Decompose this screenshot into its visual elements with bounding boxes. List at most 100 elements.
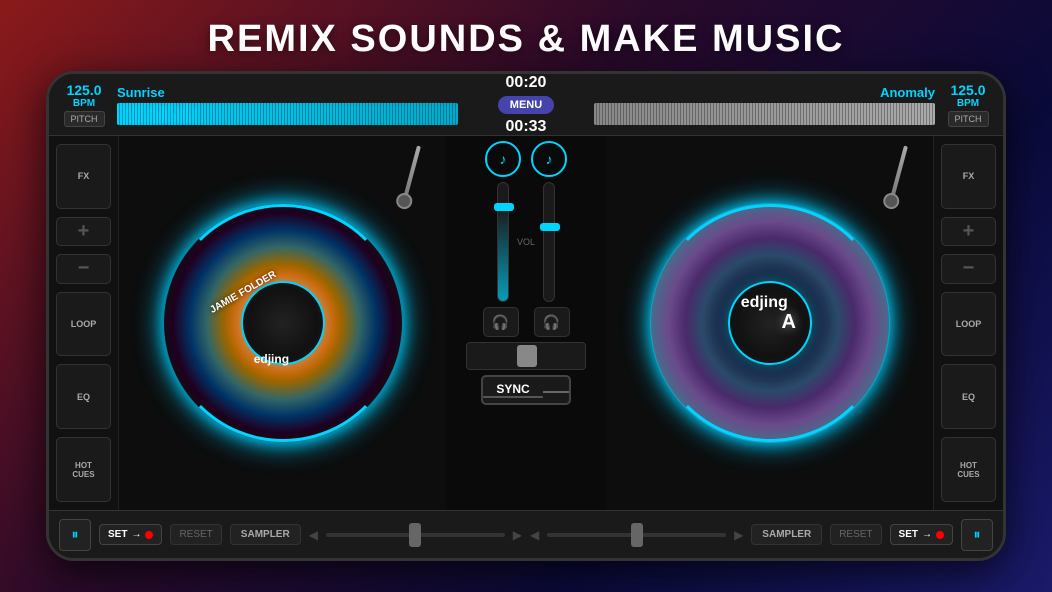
mixer-faders-row: VOL (497, 182, 555, 302)
wbar (137, 111, 140, 123)
wbar (177, 107, 180, 123)
left-minus-button[interactable]: − (56, 254, 111, 283)
wbar (125, 105, 128, 123)
right-neon-ring (651, 204, 889, 442)
right-track-info: Anomaly (594, 85, 935, 125)
sync-wrapper: SYNC (481, 375, 571, 405)
right-set-button[interactable]: SET → (890, 524, 953, 545)
right-bpm-value: 125.0 (950, 82, 985, 98)
left-turntable-sublabel: edjing (254, 352, 289, 366)
sync-label: SYNC (496, 382, 529, 396)
left-reset-button[interactable]: RESET (170, 524, 221, 545)
center-mixer: ♪ ♪ VOL 🎧 🎧 (446, 136, 606, 510)
right-hot-cues-button[interactable]: HOT CUES (941, 437, 996, 502)
left-fx-button[interactable]: FX (56, 144, 111, 209)
left-fader[interactable] (497, 182, 509, 302)
right-fader[interactable] (543, 182, 555, 302)
left-set-dot (145, 531, 153, 539)
wbar (185, 103, 188, 123)
main-title: REMIX SOUNDS & MAKE MUSIC (0, 18, 1052, 61)
wbar (181, 110, 184, 123)
right-track-name: Anomaly (880, 85, 935, 100)
left-time-display: 00:20 (506, 74, 547, 92)
left-pitch-slider[interactable] (326, 533, 505, 537)
wbar (149, 108, 152, 123)
left-headphone-button[interactable]: 🎧 (483, 307, 519, 337)
left-tonearm (403, 145, 421, 199)
left-arrow-icon: → (131, 529, 141, 540)
right-tonearm (890, 145, 908, 199)
right-turntable-letter: A (782, 311, 796, 334)
top-bar: 125.0 BPM PITCH Sunrise (49, 74, 1003, 136)
left-pitch-arrow-right[interactable]: ▶ (513, 528, 522, 542)
headphone-row: 🎧 🎧 (483, 307, 570, 337)
wbar (161, 106, 164, 123)
right-sampler-button[interactable]: SAMPLER (751, 524, 822, 545)
sync-button[interactable]: SYNC (481, 375, 571, 405)
left-pause-button[interactable]: ⏸ (59, 519, 91, 551)
left-tonearm-head (394, 191, 414, 211)
right-waveform (594, 103, 935, 125)
right-pitch-arrow-right[interactable]: ▶ (734, 528, 743, 542)
right-turntable-label: edjing (741, 294, 788, 312)
left-pitch-thumb (409, 523, 421, 547)
left-track-info: Sunrise (117, 85, 458, 125)
left-pitch-track (326, 533, 505, 537)
right-set-label: SET (899, 529, 918, 540)
crossfader-handle (517, 345, 537, 367)
wbar (165, 109, 168, 123)
right-time-display: 00:33 (506, 118, 547, 136)
wbar (173, 114, 176, 123)
left-sampler-button[interactable]: SAMPLER (230, 524, 301, 545)
crossfader[interactable] (466, 342, 586, 370)
menu-button[interactable]: MENU (498, 96, 554, 114)
left-bpm-value: 125.0 (66, 82, 101, 98)
left-fader-fill (498, 207, 508, 301)
right-play-icon[interactable]: ♪ (531, 141, 567, 177)
right-plus-button[interactable]: + (941, 217, 996, 246)
wbar (133, 107, 136, 123)
right-pitch-track (547, 533, 726, 537)
wbar (153, 105, 156, 123)
left-hot-cues-button[interactable]: HOT CUES (56, 437, 111, 502)
right-pause-button[interactable]: ⏸ (961, 519, 993, 551)
sync-line (483, 396, 543, 398)
right-fader-handle (540, 223, 560, 231)
left-pitch-button[interactable]: PITCH (64, 111, 105, 127)
left-loop-button[interactable]: LOOP (56, 292, 111, 357)
right-reset-button[interactable]: RESET (830, 524, 881, 545)
right-eq-button[interactable]: EQ (941, 364, 996, 429)
right-arrow-icon: → (922, 529, 932, 540)
left-play-icon[interactable]: ♪ (485, 141, 521, 177)
right-bpm-area: 125.0 BPM PITCH (943, 82, 993, 127)
bottom-bar: ⏸ SET → RESET SAMPLER ◀ ▶ ◀ ▶ SAMPLER RE… (49, 510, 1003, 558)
right-turntable[interactable]: edjing A (650, 203, 890, 443)
right-set-dot (936, 531, 944, 539)
right-fx-button[interactable]: FX (941, 144, 996, 209)
title-bar: REMIX SOUNDS & MAKE MUSIC (0, 0, 1052, 71)
right-pitch-arrow-left[interactable]: ◀ (530, 528, 539, 542)
device-frame: 125.0 BPM PITCH Sunrise (46, 71, 1006, 561)
left-waveform (117, 103, 458, 125)
left-set-button[interactable]: SET → (99, 524, 162, 545)
left-turntable[interactable]: JAMIE FOLDER edjing (163, 203, 403, 443)
right-turntable-area: edjing A (606, 136, 933, 510)
right-panel: FX + − LOOP EQ HOT CUES (933, 136, 1003, 510)
wbar (129, 113, 132, 123)
wbar (169, 104, 172, 123)
right-minus-button[interactable]: − (941, 254, 996, 283)
right-pitch-slider[interactable] (547, 533, 726, 537)
wbar (141, 103, 144, 123)
wbar (145, 115, 148, 123)
right-loop-button[interactable]: LOOP (941, 292, 996, 357)
wbar (117, 115, 120, 123)
left-panel: FX + − LOOP EQ HOT CUES (49, 136, 119, 510)
left-plus-button[interactable]: + (56, 217, 111, 246)
right-pitch-button[interactable]: PITCH (948, 111, 989, 127)
vol-label: VOL (517, 237, 535, 247)
left-neon-ring (164, 204, 402, 442)
left-eq-button[interactable]: EQ (56, 364, 111, 429)
wbar (189, 116, 192, 123)
left-pitch-arrow-left[interactable]: ◀ (309, 528, 318, 542)
right-headphone-button[interactable]: 🎧 (534, 307, 570, 337)
